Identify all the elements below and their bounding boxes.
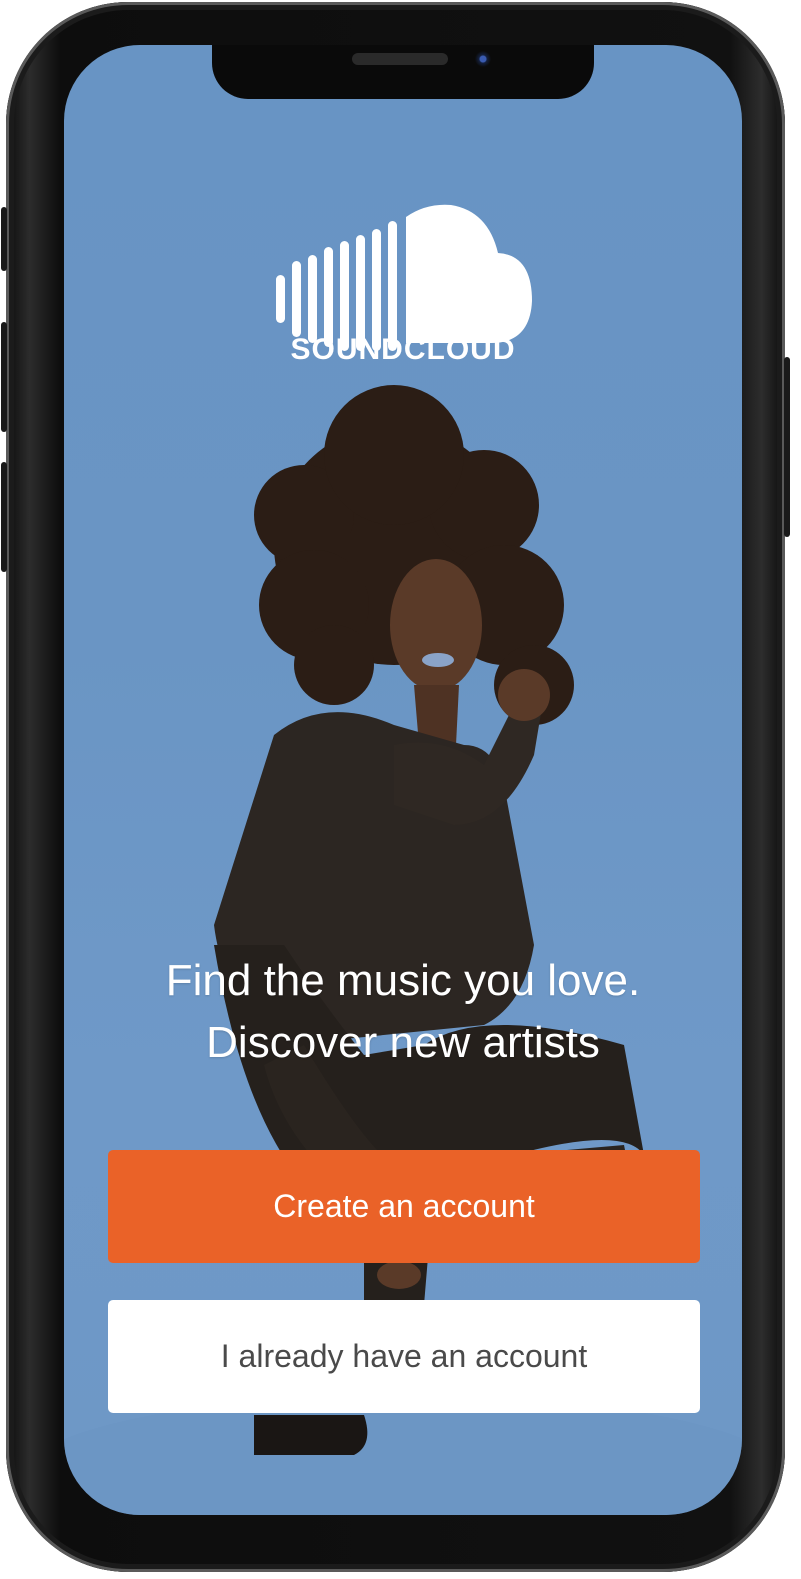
- brand-wordmark: SOUNDCLOUD: [290, 333, 516, 366]
- phone-frame: SOUNDCLOUD Find the music you love. Disc…: [1, 2, 790, 1572]
- create-account-button[interactable]: Create an account: [108, 1150, 700, 1263]
- volume-up-button: [1, 322, 7, 432]
- volume-down-button: [1, 462, 7, 572]
- mute-switch: [1, 207, 7, 271]
- front-camera: [475, 51, 491, 67]
- device-notch: [212, 45, 594, 99]
- hero-headline: Find the music you love. Discover new ar…: [64, 950, 742, 1074]
- headline-line-2: Discover new artists: [206, 1018, 600, 1067]
- headline-line-1: Find the music you love.: [165, 956, 641, 1005]
- sign-in-button[interactable]: I already have an account: [108, 1300, 700, 1413]
- speaker-grille: [352, 53, 448, 65]
- app-screen: SOUNDCLOUD Find the music you love. Disc…: [64, 45, 742, 1515]
- power-button: [784, 357, 790, 537]
